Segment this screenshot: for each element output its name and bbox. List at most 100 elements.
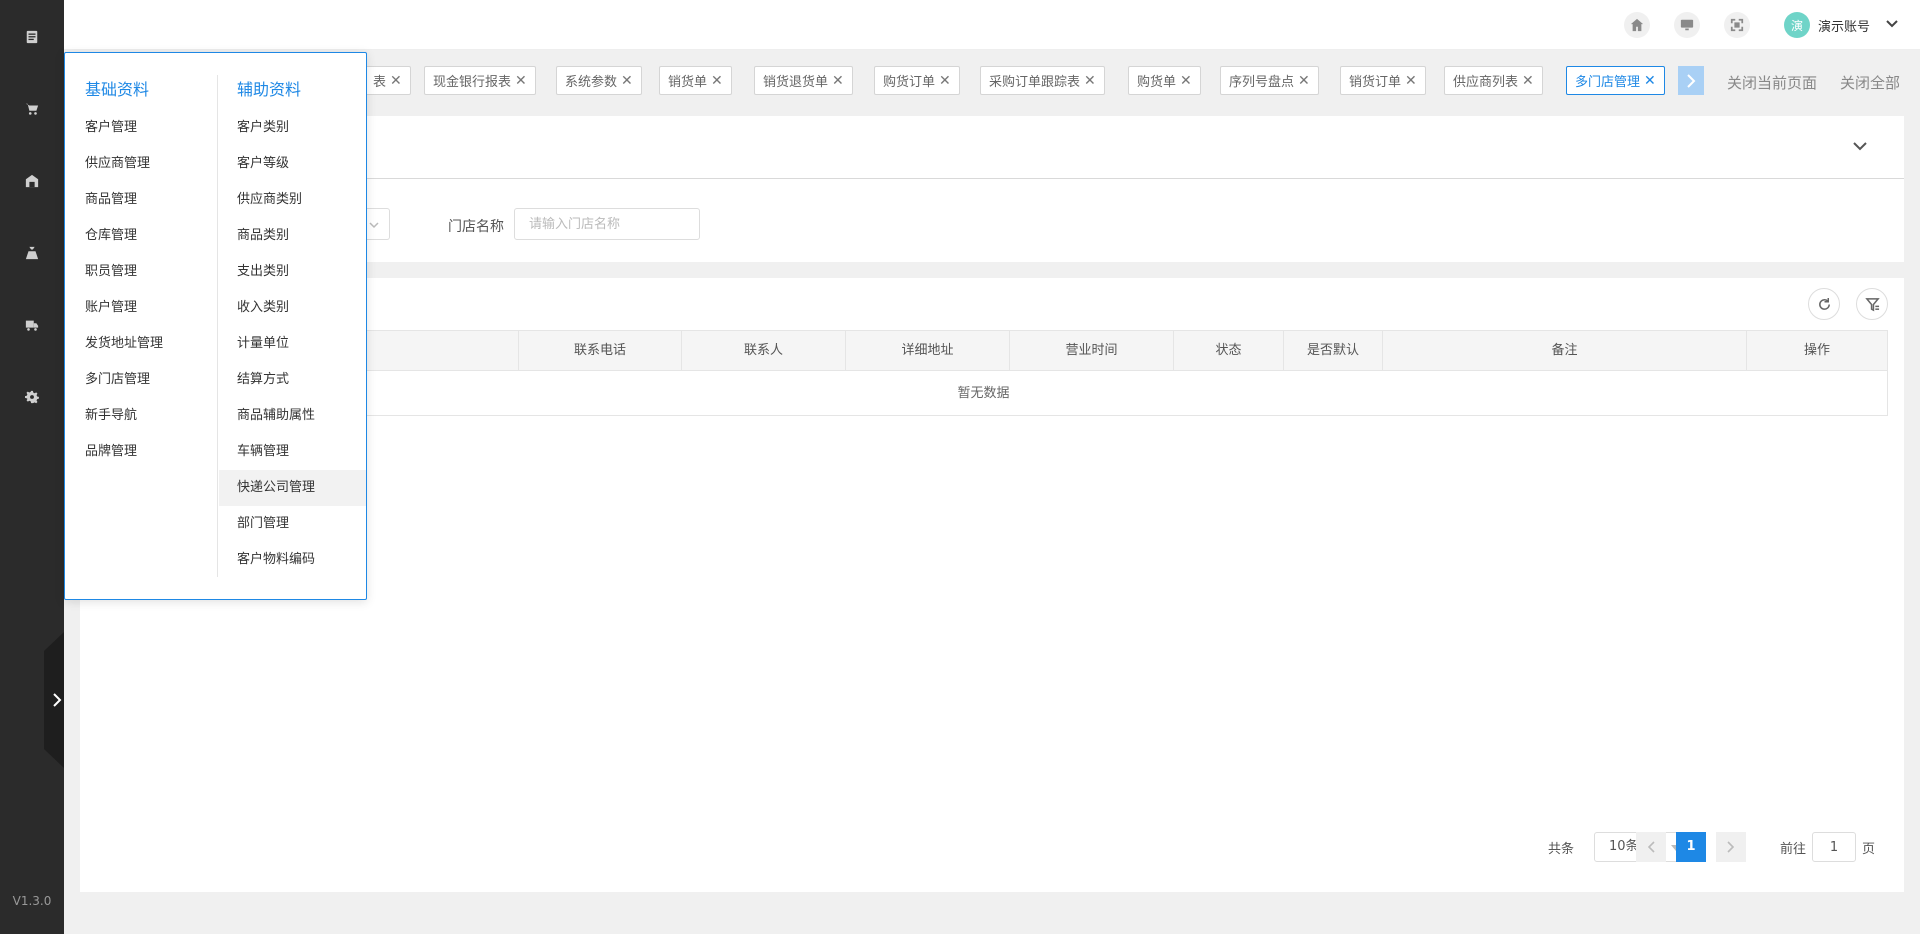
close-icon[interactable]: ✕ (621, 73, 633, 89)
pagination-total: 共条 (1548, 842, 1575, 857)
tab-7[interactable]: 购货单 ✕ (1128, 66, 1201, 95)
close-icon[interactable]: ✕ (1644, 73, 1656, 89)
tab-10[interactable]: 供应商列表 ✕ (1444, 66, 1543, 95)
menu-item-aux[interactable]: 部门管理 (219, 506, 366, 542)
tab-label: 现金银行报表 (433, 75, 512, 90)
close-current-page-button[interactable]: 关闭当前页面 (1727, 72, 1817, 93)
chevron-down-icon[interactable] (1852, 138, 1870, 156)
chevron-left-icon (1647, 841, 1655, 853)
menu-item-aux[interactable]: 快递公司管理 (219, 470, 366, 506)
menu-item-basic[interactable]: 职员管理 (85, 254, 137, 290)
filter-icon (1864, 297, 1880, 311)
tab-0[interactable]: 表 ✕ (364, 66, 411, 95)
menu-item-aux[interactable]: 客户等级 (219, 146, 366, 182)
cart-icon[interactable] (22, 99, 42, 119)
close-icon[interactable]: ✕ (1405, 73, 1417, 89)
chevron-right-icon (1727, 841, 1735, 853)
menu-item-basic[interactable]: 发货地址管理 (85, 326, 163, 362)
tab-label: 表 (373, 75, 387, 90)
goto-label: 前往 (1780, 842, 1807, 857)
column-header: 详细地址 (846, 331, 1010, 370)
menu-item-aux[interactable]: 客户物料编码 (219, 542, 366, 578)
tab-label: 序列号盘点 (1229, 75, 1295, 90)
page-number-current[interactable]: 1 (1676, 832, 1706, 862)
truck-icon[interactable] (22, 315, 42, 335)
chevron-down-icon[interactable] (1886, 18, 1898, 30)
home-button[interactable] (1624, 12, 1650, 38)
money-bag-icon[interactable] (22, 243, 42, 263)
tab-label: 多门店管理 (1575, 75, 1641, 90)
close-icon[interactable]: ✕ (1180, 73, 1192, 89)
monitor-icon (1680, 19, 1694, 31)
filter-columns-button[interactable] (1856, 288, 1888, 320)
tab-2[interactable]: 系统参数 ✕ (556, 66, 642, 95)
prev-page-button[interactable] (1636, 832, 1666, 862)
menu-item-basic[interactable]: 仓库管理 (85, 218, 137, 254)
menu-item-aux[interactable]: 计量单位 (219, 326, 366, 362)
tab-5[interactable]: 购货订单 ✕ (874, 66, 960, 95)
menu-item-basic[interactable]: 商品管理 (85, 182, 137, 218)
version-label: V1.3.0 (12, 894, 52, 908)
menu-item-basic[interactable]: 供应商管理 (85, 146, 150, 182)
close-icon[interactable]: ✕ (390, 73, 402, 89)
gear-icon[interactable] (22, 387, 42, 407)
menu-item-aux[interactable]: 商品辅助属性 (219, 398, 366, 434)
tab-8[interactable]: 序列号盘点 ✕ (1220, 66, 1319, 95)
tab-9[interactable]: 销货订单 ✕ (1340, 66, 1426, 95)
home-icon (1630, 18, 1644, 32)
tab-label: 采购订单跟踪表 (989, 75, 1081, 90)
refresh-button[interactable] (1808, 288, 1840, 320)
tab-scroll-right-button[interactable] (1678, 66, 1704, 95)
menu-item-basic[interactable]: 品牌管理 (85, 434, 137, 470)
column-header: 联系人 (682, 331, 846, 370)
column-header: 操作 (1747, 331, 1888, 370)
goto-page-input[interactable] (1812, 832, 1856, 862)
menu-item-aux[interactable]: 供应商类别 (219, 182, 366, 218)
tab-6[interactable]: 采购订单跟踪表 ✕ (980, 66, 1105, 95)
menu-item-aux[interactable]: 支出类别 (219, 254, 366, 290)
sidebar-expand-button[interactable] (44, 632, 64, 768)
close-icon[interactable]: ✕ (1522, 73, 1534, 89)
column-header: 状态 (1174, 331, 1284, 370)
tab-1[interactable]: 现金银行报表 ✕ (424, 66, 536, 95)
menu-item-basic[interactable]: 新手导航 (85, 398, 137, 434)
monitor-button[interactable] (1674, 12, 1700, 38)
column-header: 是否默认 (1284, 331, 1383, 370)
menu-item-aux[interactable]: 结算方式 (219, 362, 366, 398)
menu-item-basic[interactable]: 客户管理 (85, 110, 137, 146)
menu-item-aux[interactable]: 收入类别 (219, 290, 366, 326)
chevron-right-icon (1687, 73, 1696, 88)
menu-item-aux[interactable]: 商品类别 (219, 218, 366, 254)
tab-label: 销货订单 (1349, 75, 1402, 90)
close-icon[interactable]: ✕ (832, 73, 844, 89)
fullscreen-button[interactable] (1724, 12, 1750, 38)
warehouse-icon[interactable] (22, 171, 42, 191)
avatar[interactable]: 演 (1784, 12, 1810, 38)
tab-4[interactable]: 销货退货单 ✕ (754, 66, 853, 95)
close-icon[interactable]: ✕ (939, 73, 951, 89)
menu-item-basic[interactable]: 多门店管理 (85, 362, 150, 398)
tab-11[interactable]: 多门店管理 ✕ (1566, 66, 1665, 95)
close-icon[interactable]: ✕ (1298, 73, 1310, 89)
chevron-down-icon (369, 222, 379, 229)
username[interactable]: 演示账号 (1818, 16, 1870, 35)
tab-3[interactable]: 销货单 ✕ (659, 66, 732, 95)
next-page-button[interactable] (1716, 832, 1746, 862)
column-header: 备注 (1383, 331, 1747, 370)
tab-label: 系统参数 (565, 75, 618, 90)
menu-section-title-basic: 基础资料 (85, 80, 150, 99)
close-all-button[interactable]: 关闭全部 (1840, 72, 1900, 93)
column-header: 联系电话 (519, 331, 682, 370)
menu-item-aux[interactable]: 客户类别 (219, 110, 366, 146)
doc-icon[interactable] (22, 27, 42, 47)
menu-item-basic[interactable]: 账户管理 (85, 290, 137, 326)
store-name-input[interactable] (514, 208, 700, 240)
basic-data-mega-menu: 基础资料 辅助资料 客户管理 供应商管理 商品管理 仓库管理 职员管理 账户管理 发货地址管… (64, 52, 367, 600)
refresh-icon (1818, 297, 1830, 310)
tab-label: 购货单 (1137, 75, 1177, 90)
close-icon[interactable]: ✕ (515, 73, 527, 89)
close-icon[interactable]: ✕ (1084, 73, 1096, 89)
close-icon[interactable]: ✕ (711, 73, 723, 89)
chevron-right-icon (53, 693, 62, 707)
menu-item-aux[interactable]: 车辆管理 (219, 434, 366, 470)
